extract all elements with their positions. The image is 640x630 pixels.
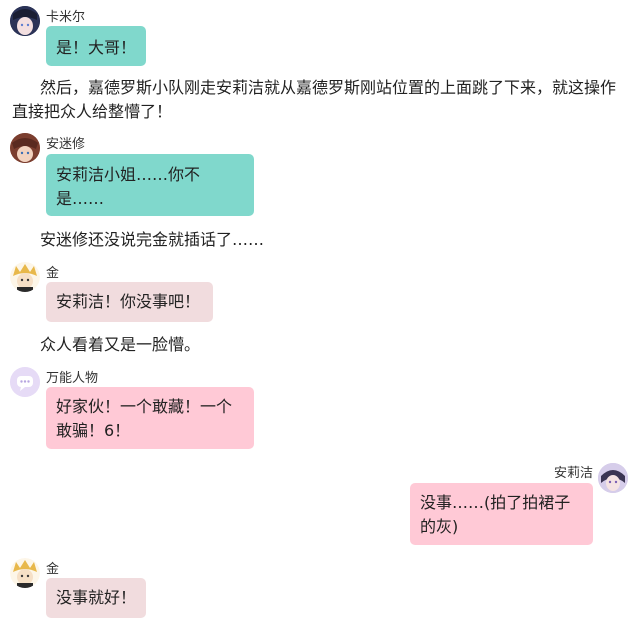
avatar [10,6,40,36]
speaker-name: 安莉洁 [553,466,593,481]
avatar [10,262,40,292]
chat-bubble-icon [10,367,40,397]
speaker-name: 金 [46,562,60,577]
narration-text: 安迷修还没说完金就插话了…… [40,230,265,249]
avatar [10,133,40,163]
avatar [598,463,628,493]
jin-avatar-icon [10,262,40,292]
avatar [10,367,40,397]
speaker-name: 安迷修 [46,137,86,152]
message-bubble: 好家伙！一个敢藏！一个敢骗！6！ [46,387,254,449]
message-bubble: 安莉洁小姐……你不是…… [46,154,254,216]
narration-text: 然后，嘉德罗斯小队刚走安莉洁就从嘉德罗斯刚站位置的上面跳了下来，就这操作直接把众… [12,78,617,121]
anlijie-avatar-icon [598,463,628,493]
jin-avatar-icon [10,558,40,588]
message-bubble: 没事……(拍了拍裙子的灰) [410,483,593,545]
camille-avatar-icon [10,6,40,36]
anmixiu-avatar-icon [10,133,40,163]
avatar [10,558,40,588]
message-bubble: 没事就好！ [46,578,146,618]
speaker-name: 万能人物 [46,371,99,386]
narration-text: 众人看着又是一脸懵。 [40,335,201,354]
message-bubble: 是！大哥！ [46,26,146,66]
speaker-name: 金 [46,266,60,281]
speaker-name: 卡米尔 [46,10,86,25]
message-bubble: 安莉洁！你没事吧！ [46,282,213,322]
